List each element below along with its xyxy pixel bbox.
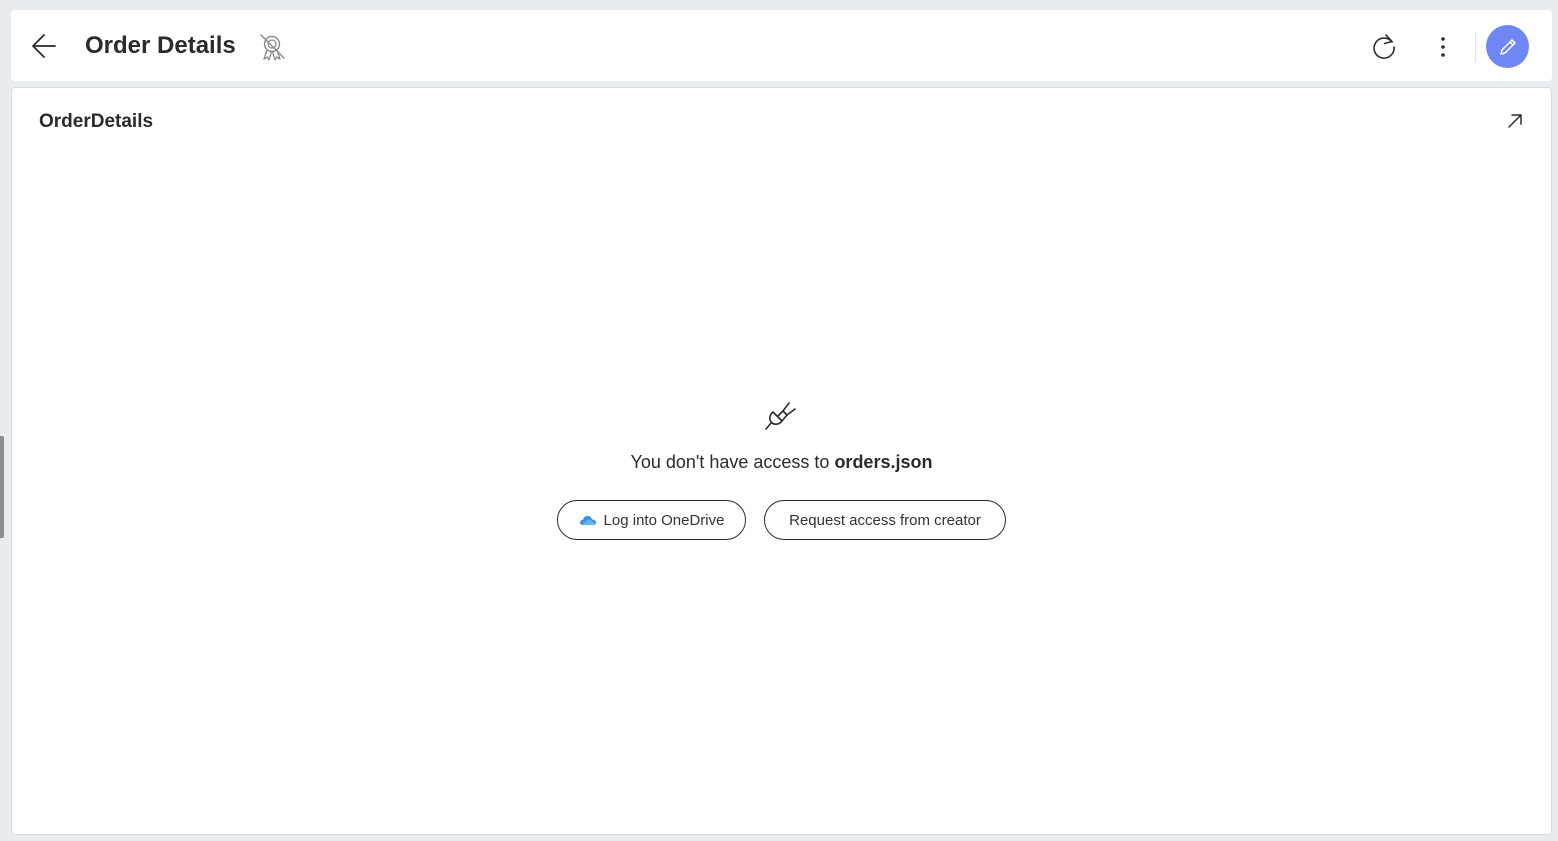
page-title: Order Details — [85, 32, 236, 59]
log-into-onedrive-button[interactable]: Log into OneDrive — [557, 500, 746, 540]
edit-button[interactable] — [1486, 25, 1529, 68]
request-access-button[interactable]: Request access from creator — [764, 500, 1006, 540]
request-access-label: Request access from creator — [789, 511, 981, 529]
top-bar: Order Details — [11, 10, 1552, 81]
refresh-icon — [1373, 34, 1395, 59]
onedrive-cloud-icon — [579, 514, 597, 526]
log-into-onedrive-label: Log into OneDrive — [603, 511, 725, 529]
access-message: You don't have access to orders.json — [12, 450, 1551, 474]
side-scroll-handle[interactable] — [0, 436, 4, 538]
file-name: orders.json — [834, 452, 933, 472]
certificate-off-icon — [255, 30, 289, 64]
arrow-left-icon — [32, 34, 56, 58]
plug-disconnected-icon — [762, 396, 800, 434]
pencil-icon — [1499, 38, 1516, 55]
access-message-prefix: You don't have access to — [630, 452, 835, 472]
panel-title: OrderDetails — [39, 111, 154, 132]
more-options-button[interactable] — [1426, 29, 1460, 65]
expand-button[interactable] — [1502, 108, 1528, 134]
back-button[interactable] — [27, 29, 61, 63]
order-details-panel: OrderDetails You don't have access to or… — [11, 87, 1552, 835]
refresh-button[interactable] — [1366, 29, 1402, 65]
more-vertical-icon — [1441, 37, 1445, 57]
toolbar-divider — [1475, 32, 1476, 62]
expand-arrow-icon — [1508, 114, 1522, 128]
